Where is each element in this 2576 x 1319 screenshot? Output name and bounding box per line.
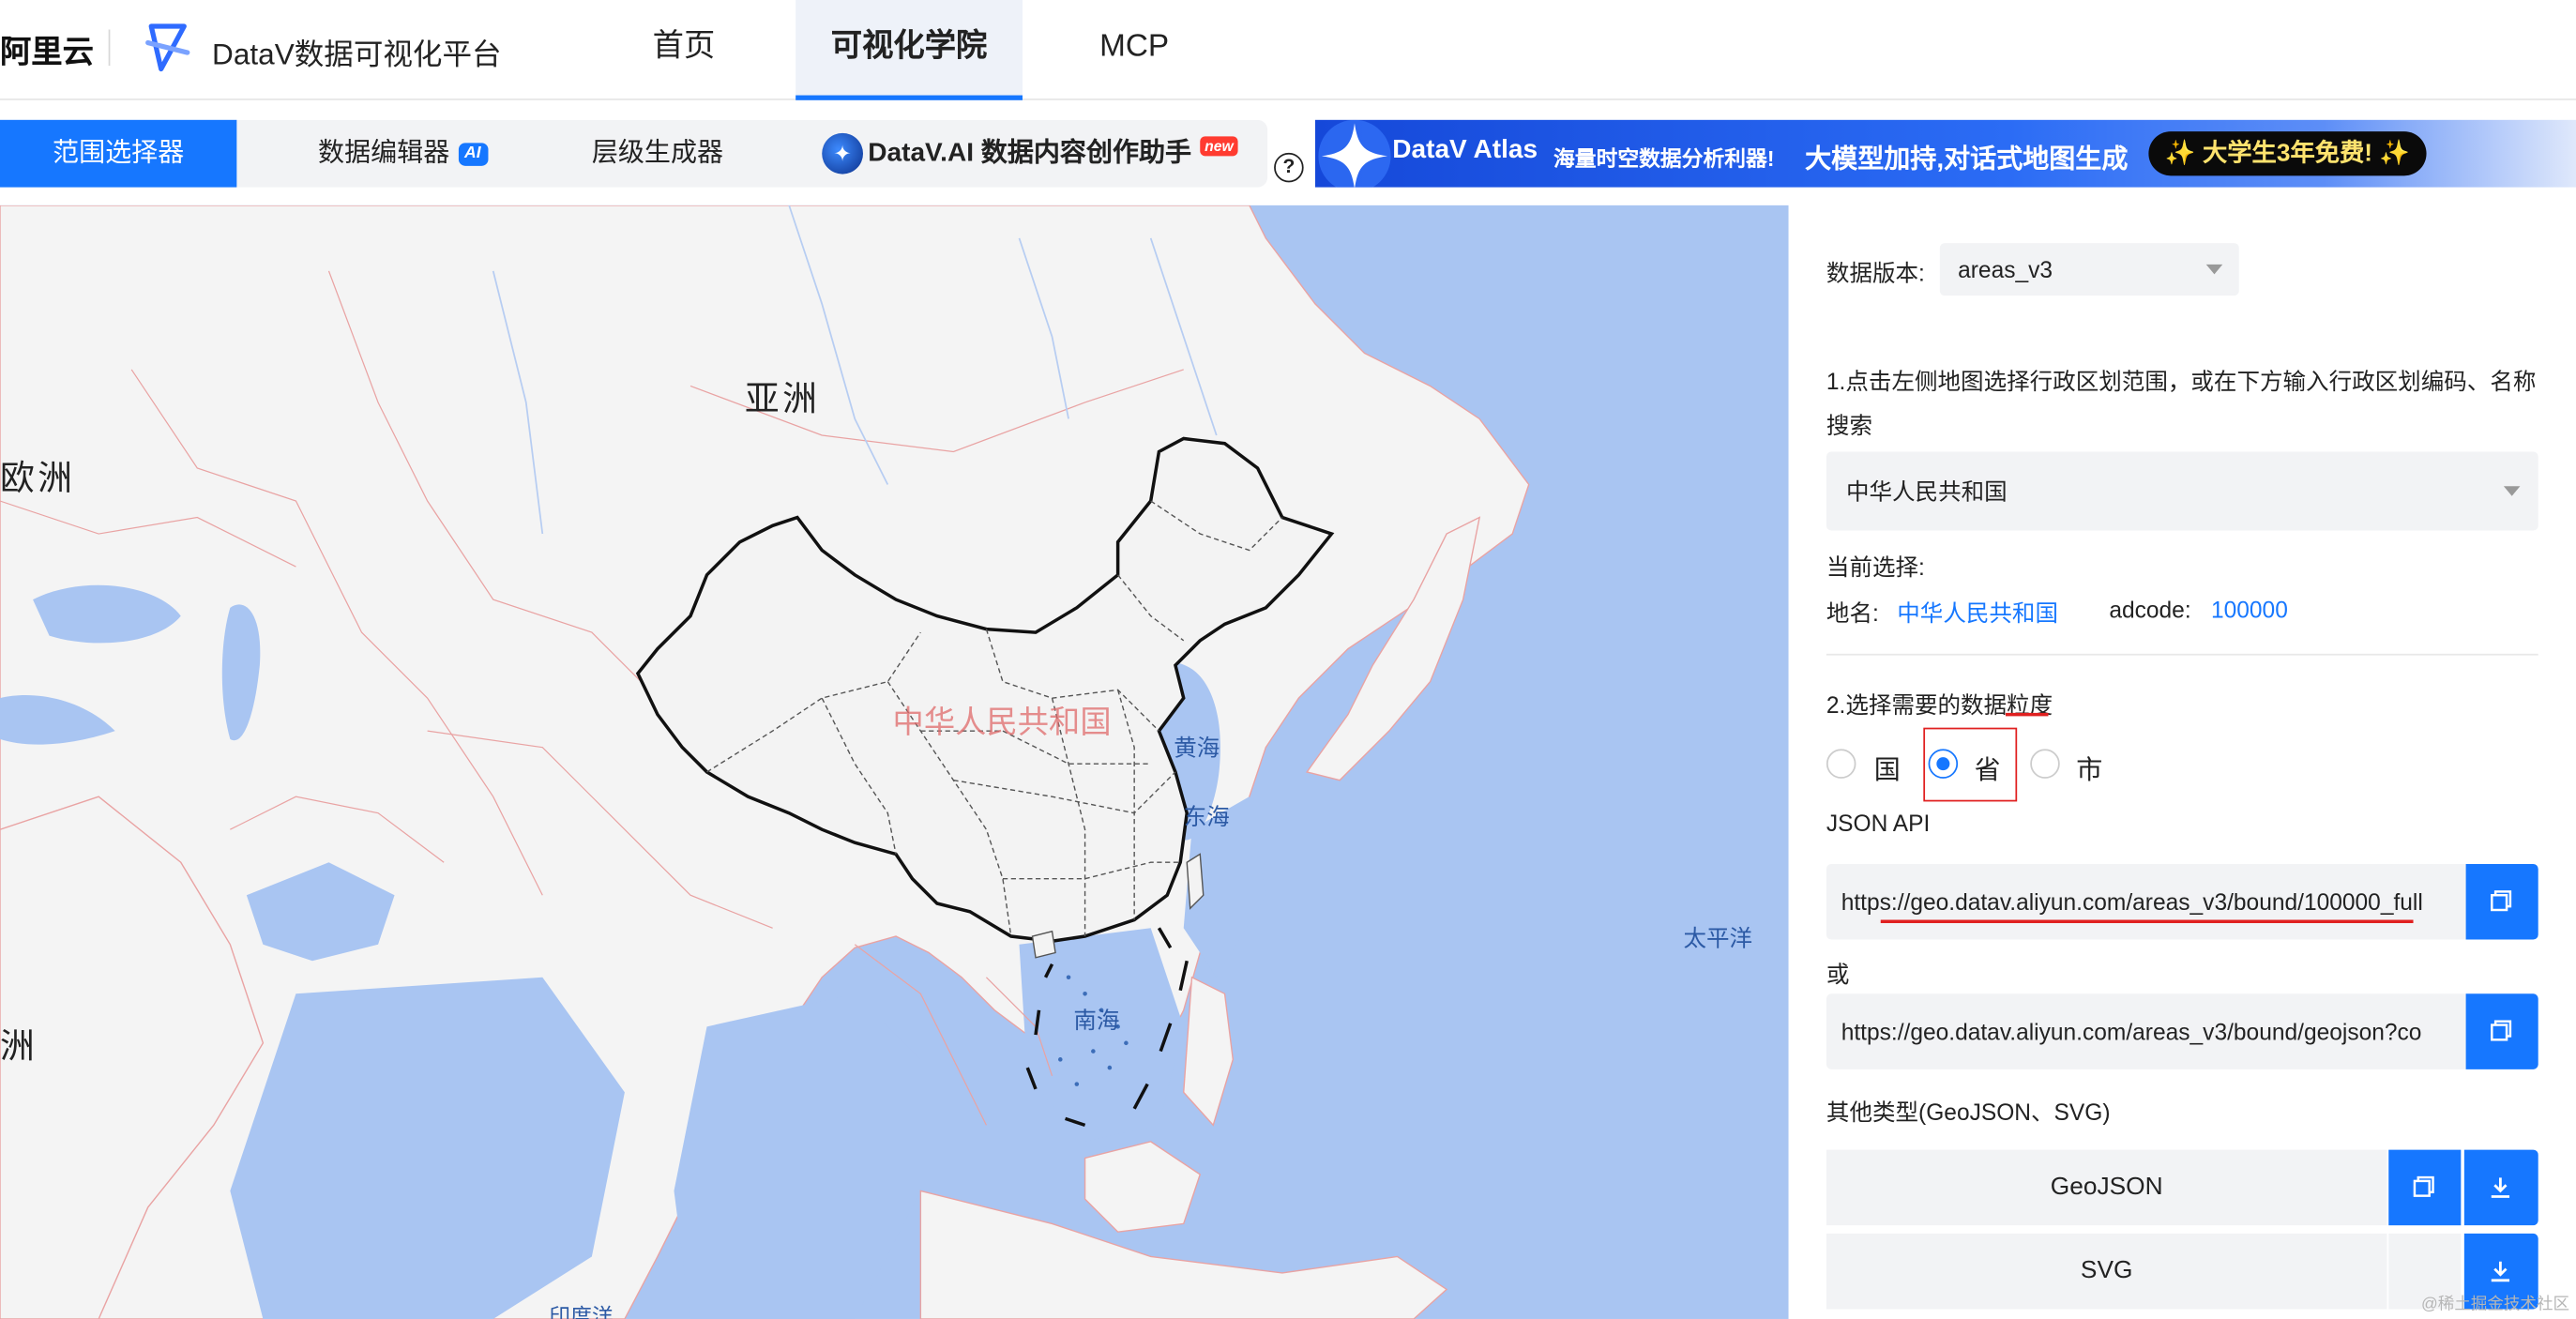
region-search-value: 中华人民共和国 (1845, 478, 2008, 505)
tab-range-selector[interactable]: 范围选择器 (0, 119, 237, 188)
radio-city-label[interactable]: 市 (2076, 748, 2102, 787)
json-api-label: JSON API (1826, 810, 1931, 837)
nav-tab-mcp[interactable]: MCP (1068, 0, 1200, 100)
radio-country-label[interactable]: 国 (1874, 748, 1901, 787)
tab-level-generator[interactable]: 层级生成器 (559, 120, 756, 188)
sea-label-east: 东海 (1183, 803, 1230, 830)
help-icon[interactable]: ? (1274, 152, 1304, 183)
tab-label: 范围选择器 (53, 139, 185, 168)
brand-divider (108, 29, 111, 67)
place-name-value[interactable]: 中华人民共和国 (1897, 597, 2058, 629)
hainan-land (1031, 930, 1056, 959)
radio-city[interactable] (2030, 749, 2060, 779)
banner-cta-label: 大学生3年免费! (2202, 139, 2373, 168)
tool-tabs: 范围选择器 数据编辑器 AI 层级生成器 DataV.AI 数据内容创作助手 new (0, 119, 1268, 188)
tab-data-editor[interactable]: 数据编辑器 AI (280, 120, 526, 188)
banner-cta[interactable]: ✨ 大学生3年免费! ✨ (2148, 131, 2427, 176)
download-icon (2491, 1177, 2510, 1198)
copy-icon (2491, 890, 2512, 912)
nav-tab-academy[interactable]: 可视化学院 (796, 0, 1023, 100)
bay-of-bengal (674, 993, 921, 1319)
other-types-label: 其他类型(GeoJSON、SVG) (1826, 1099, 2111, 1126)
world-map[interactable] (0, 205, 1789, 1319)
version-value: areas_v3 (1958, 256, 2053, 283)
ocean-label-pacific: 太平洋 (1683, 924, 1753, 951)
continent-label-africa: 洲 (0, 1028, 38, 1067)
map-canvas[interactable]: 亚洲 欧洲 洲 中华人民共和国 黄海 东海 南海 太平洋 印度洋 (0, 205, 1789, 1319)
page-root: 阿里云 DataV数据可视化平台 首页 可视化学院 MCP 范围选择器 数据编辑… (0, 0, 2576, 1319)
ai-badge: AI (458, 143, 488, 166)
annotation-underline (2005, 712, 2049, 717)
geojson-row-label: GeoJSON (1826, 1149, 2387, 1226)
step1-instructions: 1.点击左侧地图选择行政区划范围，或在下方输入行政区划编码、名称 搜索 (1826, 359, 2550, 448)
continent-label-asia: 亚洲 (744, 381, 821, 419)
copy-icon (2491, 1020, 2512, 1041)
copy-url-button-1[interactable] (2465, 863, 2538, 940)
banner-title: DataV Atlas (1392, 136, 1538, 165)
copy-url-button-2[interactable] (2465, 993, 2538, 1069)
new-badge: new (1199, 136, 1239, 157)
config-panel: 数据版本: areas_v3 1.点击左侧地图选择行政区划范围，或在下方输入行政… (1788, 205, 2576, 1319)
tab-label: 数据编辑器 (318, 139, 450, 168)
arabian-sea (230, 977, 625, 1319)
current-selection-label: 当前选择: (1826, 553, 1925, 581)
section-divider (1826, 653, 2538, 656)
adcode-label: adcode: (2109, 596, 2191, 623)
or-label: 或 (1826, 961, 1850, 988)
annotation-box (1923, 727, 2018, 802)
aliyun-logo-text[interactable]: 阿里云 (0, 28, 94, 72)
chevron-down-icon (2205, 264, 2223, 275)
tab-label: 层级生成器 (591, 139, 724, 168)
datav-ai-icon: ✦ (822, 132, 864, 174)
sea-label-yellow: 黄海 (1174, 734, 1220, 761)
borneo-land (1083, 1141, 1202, 1233)
download-geojson-button[interactable] (2463, 1149, 2538, 1226)
version-label: 数据版本: (1826, 259, 1925, 286)
copy-geojson-button[interactable] (2388, 1149, 2462, 1226)
datav-logo-icon[interactable] (142, 20, 194, 76)
api-url-field-1[interactable]: https://geo.datav.aliyun.com/areas_v3/bo… (1826, 863, 2466, 940)
spark-icon: ✨ (2379, 139, 2411, 168)
top-nav: 阿里云 DataV数据可视化平台 首页 可视化学院 MCP (0, 0, 2576, 100)
philippines-land (1183, 976, 1235, 1127)
nav-tab-home[interactable]: 首页 (618, 0, 750, 100)
watermark: @稀土掘金技术社区 (2421, 1296, 2570, 1314)
platform-name[interactable]: DataV数据可视化平台 (212, 31, 501, 74)
banner-slogan: 大模型加持,对话式地图生成 (1805, 145, 2129, 174)
copy-icon (2413, 1175, 2434, 1197)
radio-country[interactable] (1826, 749, 1856, 779)
tab-label: DataV.AI 数据内容创作助手 (868, 139, 1192, 168)
region-search-select[interactable]: 中华人民共和国 (1826, 451, 2538, 531)
place-name-label: 地名: (1826, 599, 1879, 627)
promo-banner[interactable]: DataV Atlas 海量时空数据分析利器! 大模型加持,对话式地图生成 ✨ … (1314, 119, 2576, 188)
step1-line1: 1.点击左侧地图选择行政区划范围，或在下方输入行政区划编码、名称 (1826, 368, 2537, 395)
continent-label-europe: 欧洲 (0, 460, 76, 498)
sea-label-south: 南海 (1073, 1007, 1120, 1034)
version-select[interactable]: areas_v3 (1939, 243, 2239, 296)
svg-row-label: SVG (1826, 1233, 2387, 1310)
download-icon (2491, 1261, 2510, 1282)
step1-line2: 搜索 (1826, 412, 1872, 439)
adcode-value[interactable]: 100000 (2211, 597, 2288, 623)
tab-datav-ai[interactable]: DataV.AI 数据内容创作助手 new (868, 120, 1263, 188)
annotation-underline (1880, 919, 2414, 924)
api-url-field-2[interactable]: https://geo.datav.aliyun.com/areas_v3/bo… (1826, 993, 2466, 1069)
ocean-label-indian: 印度洋 (549, 1304, 614, 1319)
chevron-down-icon (2503, 486, 2521, 496)
spark-icon: ✨ (2164, 139, 2196, 168)
banner-subtitle: 海量时空数据分析利器! (1553, 145, 1775, 172)
region-label-china: 中华人民共和国 (892, 705, 1112, 741)
